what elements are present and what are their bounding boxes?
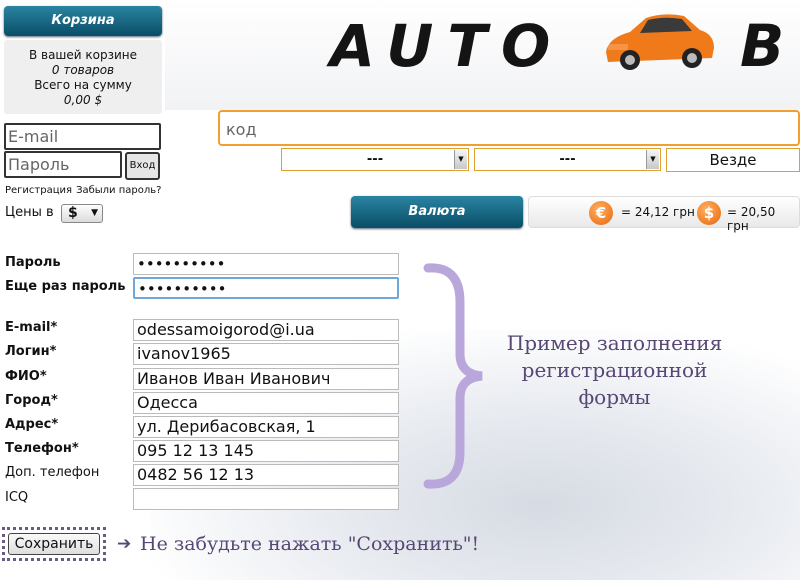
login-name-label: Логин* <box>5 344 57 359</box>
search-dropdown-1-value: --- <box>366 152 384 167</box>
save-button[interactable]: Сохранить <box>8 533 100 555</box>
site-logo[interactable]: AUTO B <box>330 12 784 80</box>
search-dropdown-2-value: --- <box>559 152 576 167</box>
logo-text: AUTO <box>330 12 565 80</box>
euro-rate: = 24,12 грн <box>621 205 695 219</box>
cart-items-count: 0 товаров <box>51 63 115 77</box>
usd-rate: = 20,50 грн <box>727 205 776 233</box>
fio-field[interactable]: Иванов Иван Иванович <box>133 368 399 390</box>
address-label: Адрес* <box>5 417 59 432</box>
password-confirm-field[interactable]: •••••••••• <box>133 277 399 299</box>
chevron-down-icon: ▼ <box>91 208 98 218</box>
example-note-line-1: Пример заполнения <box>506 331 723 355</box>
phone-field[interactable]: 095 12 13 145 <box>133 440 399 462</box>
dollar-coin-icon: $ <box>697 201 721 225</box>
save-hint: Не забудьте нажать "Сохранить"! <box>140 533 480 555</box>
register-link[interactable]: Регистрация <box>5 185 72 196</box>
example-note-line-2: регистрационной <box>521 358 708 382</box>
extra-phone-field[interactable]: 0482 56 12 13 <box>133 464 399 486</box>
chevron-down-icon: ▼ <box>646 150 659 169</box>
search-dropdown-2[interactable]: --- ▼ <box>474 148 661 171</box>
price-currency-value: $ <box>68 205 78 221</box>
cart-line-3: Всего на сумму <box>34 78 132 92</box>
cart-line-1: В вашей корзине <box>28 48 138 62</box>
city-label: Город* <box>5 393 58 408</box>
search-input[interactable]: код <box>218 110 800 146</box>
euro-coin-icon: € <box>589 201 613 225</box>
password-confirm-label: Еще раз пароль <box>5 279 126 294</box>
password-confirm-value: •••••••••• <box>138 280 227 298</box>
password-label: Пароль <box>5 255 61 270</box>
search-scope-button[interactable]: Везде <box>666 148 800 172</box>
chevron-down-icon: ▼ <box>454 150 467 169</box>
login-button[interactable]: Вход <box>125 152 160 180</box>
prices-in-label: Цены в <box>5 205 54 220</box>
email-label: E-mail* <box>5 320 58 335</box>
login-name-field[interactable]: ivanov1965 <box>133 343 399 365</box>
forgot-password-link[interactable]: Забыли пароль? <box>76 185 161 196</box>
logo-text-tail: B <box>740 12 799 80</box>
email-field[interactable]: odessamoigorod@i.ua <box>133 319 399 341</box>
curly-brace-annotation <box>423 263 483 489</box>
currency-button[interactable]: Валюта <box>351 196 523 228</box>
password-field[interactable]: •••••••••• <box>133 253 399 275</box>
cart-total: 0,00 $ <box>63 93 103 107</box>
city-field[interactable]: Одесса <box>133 392 399 414</box>
address-field[interactable]: ул. Дерибасовская, 1 <box>133 416 399 438</box>
example-note-line-3: формы <box>578 385 651 409</box>
phone-label: Телефон* <box>5 441 79 456</box>
arrow-right-icon: ➔ <box>117 534 132 554</box>
search-dropdown-1[interactable]: --- ▼ <box>281 148 469 171</box>
auth-links: Регистрация Забыли пароль? <box>5 185 165 196</box>
cart-summary: В вашей корзине 0 товаров Всего на сумму… <box>4 40 162 114</box>
password-value: •••••••••• <box>137 255 226 273</box>
icq-label: ICQ <box>5 490 29 505</box>
extra-phone-label: Доп. телефон <box>5 465 100 480</box>
exchange-rates: € = 24,12 грн $ = 20,50 грн <box>528 196 800 233</box>
login-email-input[interactable]: E-mail <box>4 123 161 150</box>
fio-label: ФИО* <box>5 369 47 384</box>
login-password-input[interactable]: Пароль <box>4 151 122 178</box>
logo-car-image <box>606 14 714 70</box>
price-currency-select[interactable]: $ ▼ <box>61 204 103 223</box>
example-note: Пример заполнения регистрационной формы <box>492 330 737 411</box>
cart-header[interactable]: Корзина <box>4 6 162 36</box>
icq-field[interactable] <box>133 488 399 510</box>
